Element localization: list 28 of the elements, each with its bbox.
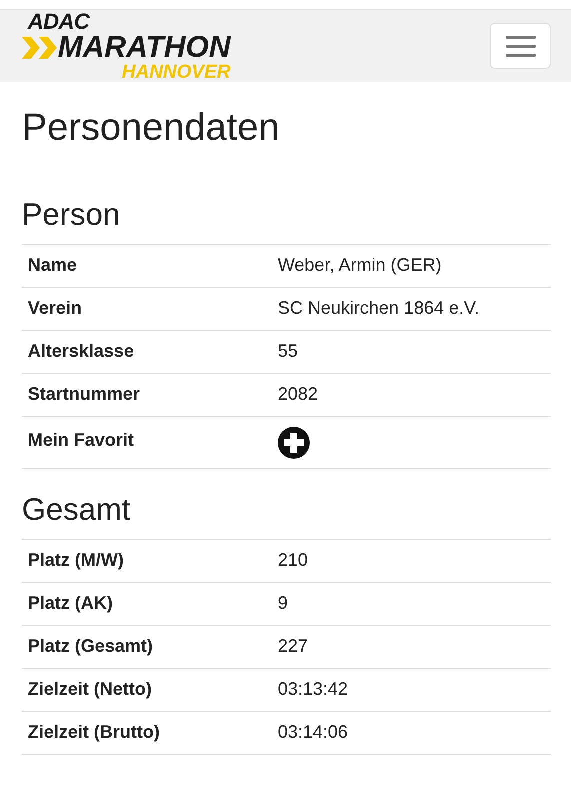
field-value: 210 bbox=[278, 550, 308, 570]
add-favorite-icon[interactable] bbox=[278, 426, 310, 459]
field-value: 03:13:42 bbox=[278, 679, 348, 700]
logo-text: ADAC bbox=[28, 10, 92, 32]
section-title: Person bbox=[22, 196, 122, 233]
field-label: Zielzeit (Brutto) bbox=[28, 722, 160, 742]
menu-button[interactable] bbox=[490, 23, 551, 69]
field-value: 55 bbox=[278, 341, 298, 362]
field-label: Platz (Gesamt) bbox=[28, 636, 154, 656]
field-label: Platz (AK) bbox=[28, 593, 113, 614]
field-label: Name bbox=[28, 255, 78, 276]
logo-text: HANNOVER bbox=[121, 62, 231, 82]
section-title: Gesamt bbox=[22, 490, 132, 528]
field-value: 2082 bbox=[278, 384, 318, 404]
field-value: 03:14:06 bbox=[278, 722, 348, 742]
field-value: SC Neukirchen 1864 e.V. bbox=[278, 298, 480, 318]
field-label: Altersklasse bbox=[28, 341, 134, 362]
logo-text: MARATHON bbox=[58, 32, 231, 62]
field-value: 9 bbox=[278, 593, 288, 614]
field-label: Verein bbox=[28, 298, 82, 318]
chevrons-icon bbox=[22, 36, 58, 58]
page-title: Personendaten bbox=[22, 106, 281, 151]
field-label: Startnummer bbox=[28, 384, 140, 404]
field-label: Platz (M/W) bbox=[28, 550, 124, 570]
field-label: Zielzeit (Netto) bbox=[28, 679, 152, 700]
field-value: 227 bbox=[278, 636, 308, 656]
field-label: Mein Favorit bbox=[28, 430, 134, 450]
field-value: Weber, Armin (GER) bbox=[278, 255, 442, 276]
